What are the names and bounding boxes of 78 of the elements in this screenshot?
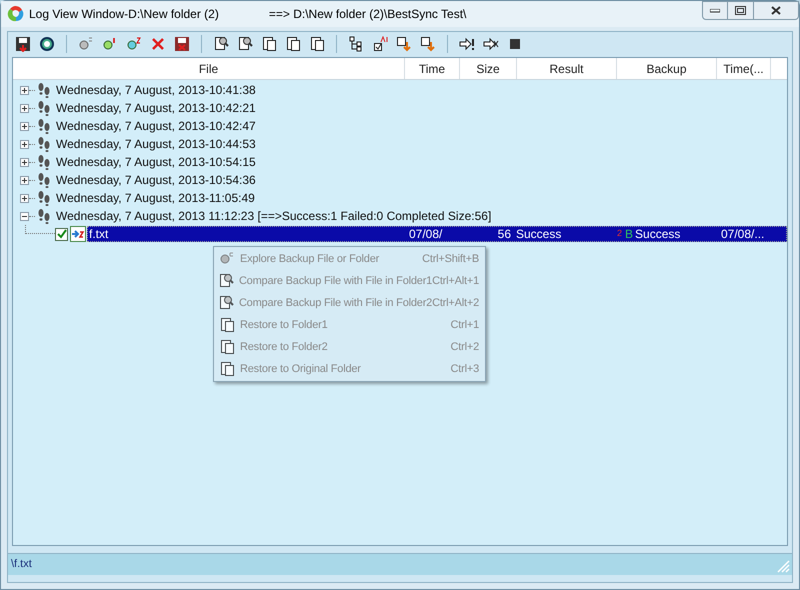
log-entry[interactable]: Wednesday, 7 August, 2013-10:41:38 [56,81,256,99]
minimize-icon [710,8,720,12]
size-cell-text: 56 [496,226,512,243]
arrow-icon[interactable] [459,36,475,52]
column-header[interactable]: Size [460,58,517,79]
documents-icon[interactable] [261,36,277,52]
status-text: \f.txt [11,557,32,572]
backup-mark: B [625,226,634,243]
check-all-icon[interactable] [372,36,388,52]
documents-icon [219,339,235,355]
compare-icon [218,295,234,311]
save-icon[interactable] [15,36,31,52]
close-icon [771,6,781,15]
maximize-icon [735,6,746,15]
column-header[interactable]: File [13,58,405,79]
compare-icon[interactable] [213,36,229,52]
tree-icon[interactable] [348,36,364,52]
expand-button[interactable] [20,176,29,184]
file-name: f.txt [88,226,110,243]
export-down-icon[interactable] [420,36,436,52]
column-header[interactable]: Backup [617,58,717,79]
footprints-icon [37,190,51,206]
window-title-target: ==> D:\New folder (2)\BestSync Test\ [268,6,466,23]
documents-icon[interactable] [309,36,325,52]
backup-cell-text: Success [635,226,680,243]
time-cell-text: 07/08/ [408,226,444,243]
app-logo-icon [7,5,25,23]
resize-grip-icon[interactable] [776,559,790,573]
expand-button[interactable] [20,86,29,94]
result-cell-text: Success [515,226,562,243]
log-entry[interactable]: Wednesday, 7 August, 2013-10:44:53 [56,135,256,153]
compare-icon [218,273,234,289]
disk-delete-icon[interactable] [174,36,190,52]
documents-icon[interactable] [285,36,301,52]
time-cell-text: 07/08/... [720,226,766,243]
log-entry[interactable]: Wednesday, 7 August, 2013-10:42:21 [56,99,256,117]
minimize-button[interactable] [702,1,728,20]
log-entry[interactable]: Wednesday, 7 August, 2013-10:54:15 [56,153,256,171]
footprints-icon [37,118,51,134]
expand-button[interactable] [20,122,29,130]
expand-button[interactable] [20,194,29,202]
documents-icon [219,361,235,377]
close-button[interactable] [754,1,799,20]
expand-button[interactable] [20,140,29,148]
footprints-icon [37,82,51,98]
footprints-icon [37,172,51,188]
log-entry[interactable]: Wednesday, 7 August, 2013-11:05:49 [56,189,255,207]
plus-icon [21,194,28,202]
backup-folder-mark: 2 [617,227,622,240]
plus-icon [21,176,28,184]
log-entry[interactable]: Wednesday, 7 August, 2013 11:12:23 [==>Success:1 Failed:0 Completed Size:56] [56,207,492,225]
plus-icon [21,104,28,112]
close-icon[interactable] [150,36,166,52]
documents-icon [219,317,235,333]
column-header[interactable]: Time [405,58,460,79]
expand-button[interactable] [20,104,29,112]
column-header[interactable]: Result [517,58,617,79]
export-down-icon[interactable] [396,36,412,52]
footprints-icon [37,154,51,170]
stop-icon[interactable] [507,36,523,52]
log-entry[interactable]: Wednesday, 7 August, 2013-10:54:36 [56,171,256,189]
check-icon [56,229,66,239]
maximize-button[interactable] [728,1,754,20]
log-entry[interactable]: Wednesday, 7 August, 2013-10:42:47 [56,117,256,135]
footprints-icon [37,208,51,224]
plus-icon [21,122,28,130]
checkbox[interactable] [55,228,68,240]
compare-icon[interactable] [237,36,253,52]
footprints-icon [37,136,51,152]
plus-icon [21,158,28,166]
arrow-icon[interactable] [483,36,499,52]
plus-icon [21,86,28,94]
expand-button[interactable] [20,158,29,166]
footprints-icon [37,100,51,116]
collapse-button[interactable] [20,212,29,220]
window-title: Log View Window-D:\New folder (2) [29,6,219,23]
plus-icon [21,140,28,148]
column-header[interactable]: Time(... [717,58,771,79]
